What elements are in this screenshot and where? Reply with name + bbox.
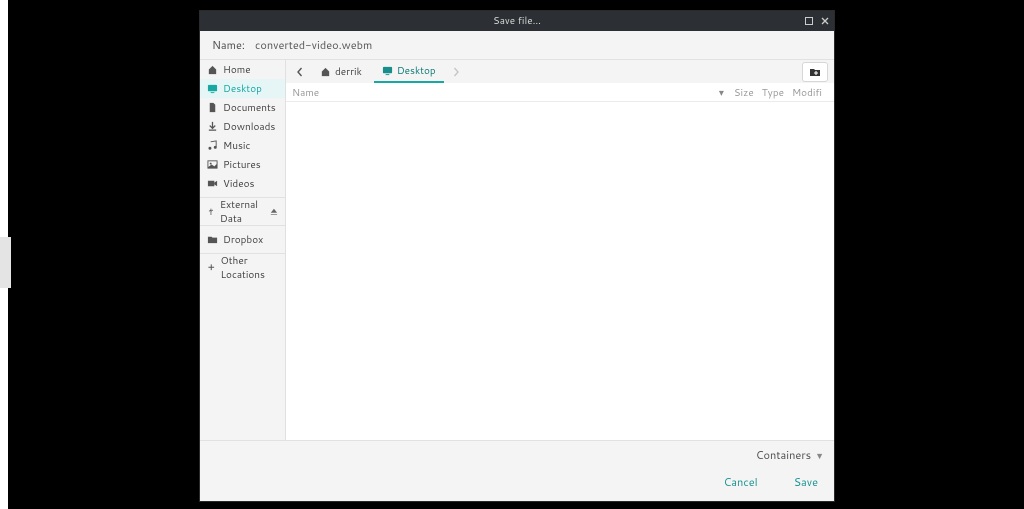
titlebar: Save file... [200,11,834,31]
sidebar-item-label: Desktop [223,82,262,96]
column-headers: Name ▾ Size Type Modifi [286,84,834,102]
sidebar-item-label: External Data [220,198,265,226]
filter-label: Containers [756,447,811,463]
home-icon [320,66,331,77]
nav-back-button[interactable] [292,64,308,80]
desktop-icon [382,65,393,76]
breadcrumb-desktop[interactable]: Desktop [374,61,444,83]
breadcrumb-home[interactable]: derrik [312,62,370,82]
col-modified[interactable]: Modifi [788,86,826,100]
sidebar-item-label: Videos [223,177,254,191]
sidebar-item-label: Downloads [223,120,275,134]
file-chooser-main: derrik Desktop [286,60,834,440]
filter-row[interactable]: Containers ▼ [210,447,824,463]
download-icon [207,121,218,132]
sort-indicator-icon[interactable]: ▾ [719,86,724,100]
sidebar-item-dropbox[interactable]: Dropbox [200,230,285,249]
sidebar-item-home[interactable]: Home [200,60,285,79]
music-icon [207,140,218,151]
col-size[interactable]: Size [730,86,758,100]
sidebar-item-documents[interactable]: Documents [200,98,285,117]
path-bar: derrik Desktop [286,60,834,84]
sidebar-item-desktop[interactable]: Desktop [200,79,285,98]
filename-input[interactable] [255,37,822,53]
new-folder-button[interactable] [802,62,828,82]
nav-forward-button [448,64,464,80]
window-title: Save file... [493,14,541,28]
bottom-bar: Containers ▼ Cancel Save [200,440,834,501]
col-name[interactable]: Name [292,86,719,100]
plus-icon [207,262,216,273]
close-button[interactable] [819,15,831,27]
file-list[interactable] [286,102,834,440]
breadcrumb-label: derrik [335,65,362,79]
sidebar-item-label: Dropbox [223,233,263,247]
maximize-button[interactable] [803,15,815,27]
chevron-down-icon: ▼ [815,449,824,462]
document-icon [207,102,218,113]
col-type[interactable]: Type [758,86,788,100]
save-button[interactable]: Save [788,471,824,493]
cancel-button[interactable]: Cancel [718,471,764,493]
sidebar-separator [200,225,285,226]
sidebar-item-label: Home [223,63,251,77]
sidebar-item-music[interactable]: Music [200,136,285,155]
desktop-icon [207,83,218,94]
sidebar-item-other-locations[interactable]: Other Locations [200,258,285,277]
home-icon [207,64,218,75]
sidebar-item-downloads[interactable]: Downloads [200,117,285,136]
save-file-dialog: Save file... Name: [199,10,835,502]
filename-row: Name: [200,31,834,60]
usb-icon [207,206,215,217]
sidebar-item-label: Documents [223,101,276,115]
folder-icon [207,234,218,245]
eject-icon[interactable] [270,206,278,217]
sidebar-item-external-data[interactable]: External Data [200,202,285,221]
sidebar-item-label: Other Locations [221,254,279,282]
pictures-icon [207,159,218,170]
sidebar-item-label: Music [223,139,250,153]
sidebar-item-label: Pictures [223,158,261,172]
places-sidebar: Home Desktop Documents [200,60,286,440]
sidebar-item-videos[interactable]: Videos [200,174,285,193]
breadcrumb-label: Desktop [397,64,436,78]
sidebar-item-pictures[interactable]: Pictures [200,155,285,174]
video-icon [207,178,218,189]
filename-label: Name: [212,37,245,53]
